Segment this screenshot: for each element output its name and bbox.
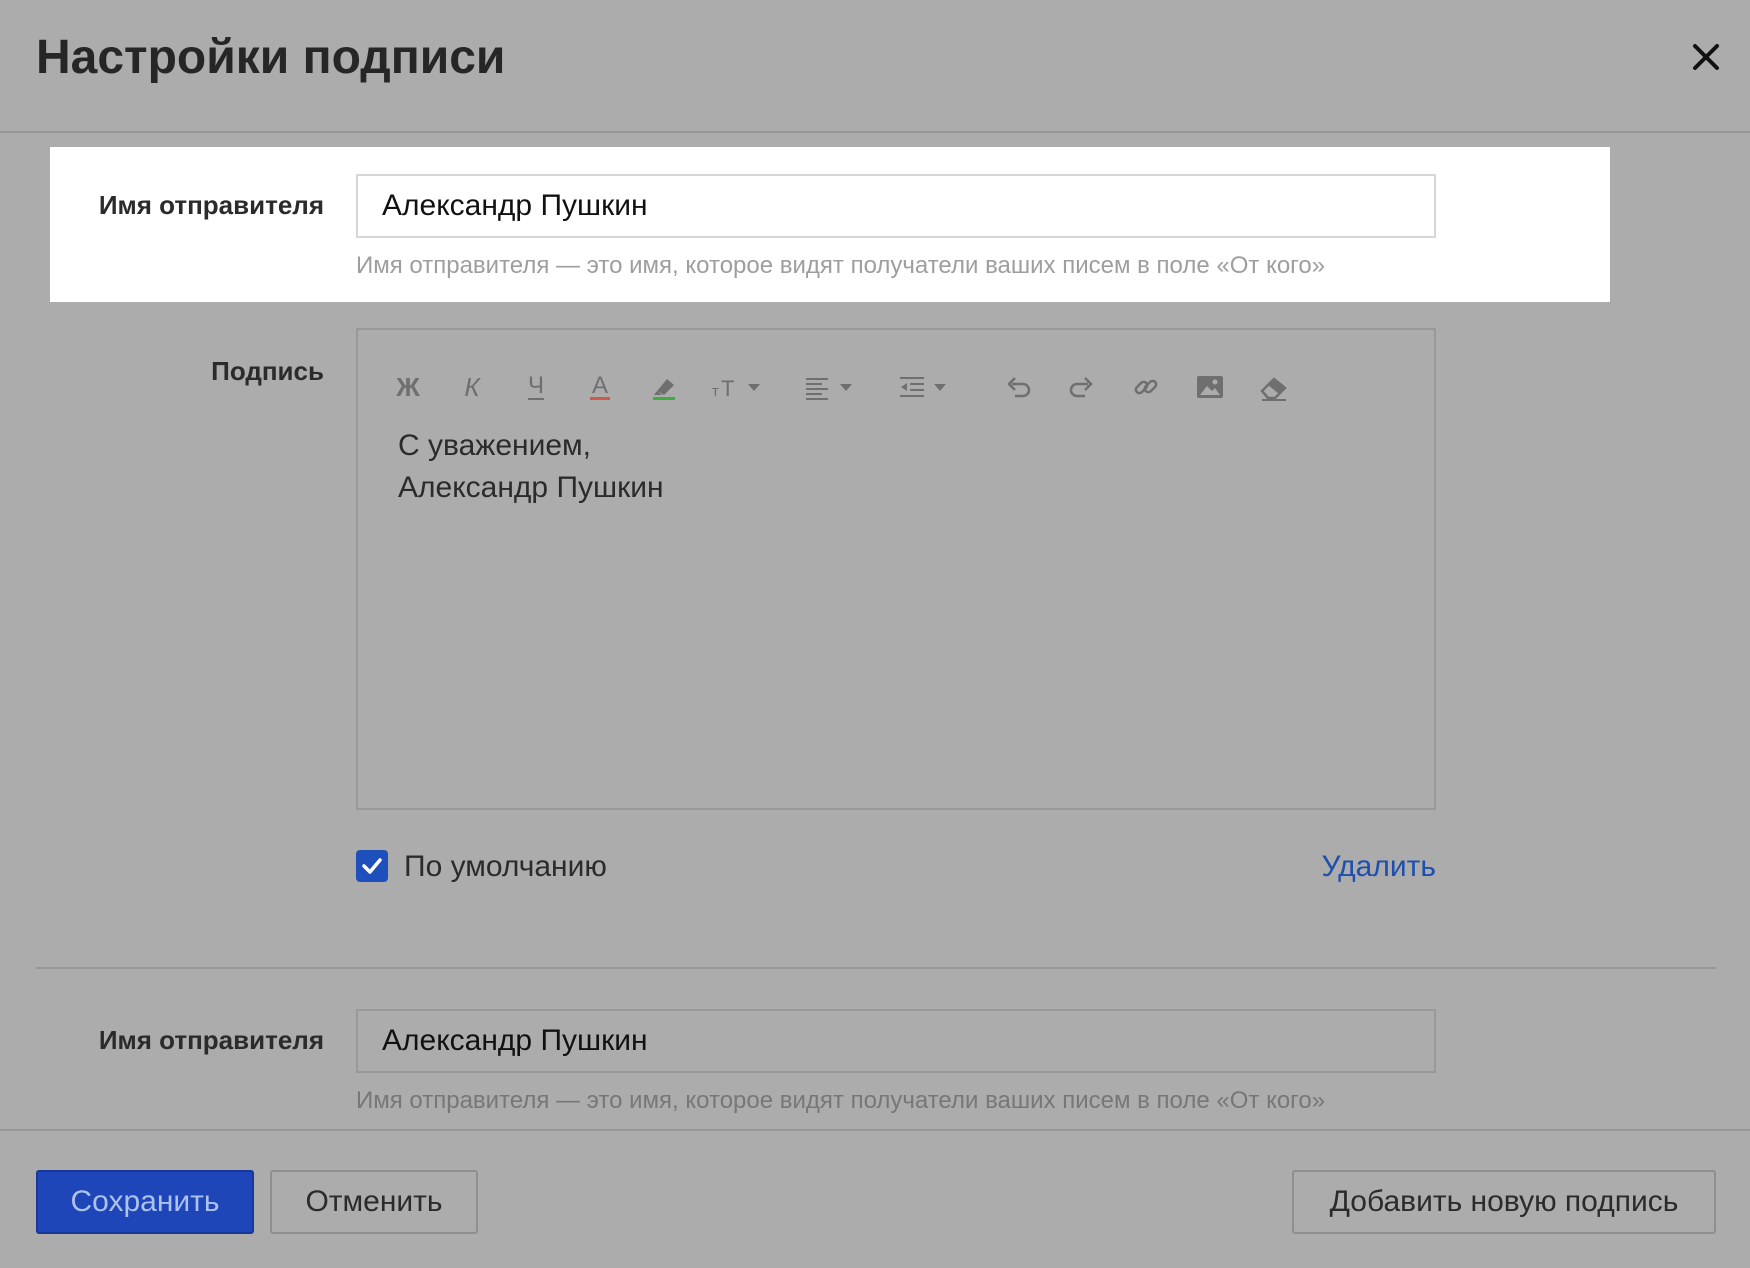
default-checkbox-label[interactable]: По умолчанию xyxy=(404,849,607,885)
indent-button[interactable] xyxy=(896,360,952,414)
sender-name-input[interactable] xyxy=(356,1009,1436,1073)
undo-button[interactable] xyxy=(998,360,1038,414)
redo-icon xyxy=(1069,377,1093,398)
highlight-color-button[interactable] xyxy=(644,360,684,414)
svg-text:Ч: Ч xyxy=(528,372,544,399)
cancel-button[interactable]: Отменить xyxy=(270,1170,478,1234)
underline-icon: Ч xyxy=(528,372,544,400)
align-button[interactable] xyxy=(802,360,858,414)
align-icon xyxy=(806,378,852,400)
dialog-title: Настройки подписи xyxy=(36,31,506,84)
dialog-body[interactable]: Имя отправителя Имя отправителя — это им… xyxy=(0,133,1750,1129)
bold-icon: Ж xyxy=(395,372,420,402)
svg-text:Т: Т xyxy=(721,376,734,401)
delete-signature-link[interactable]: Удалить xyxy=(1321,849,1436,885)
svg-text:A: A xyxy=(592,372,608,399)
text-color-icon: A xyxy=(590,372,610,400)
bold-button[interactable]: Ж xyxy=(388,360,428,414)
indent-icon xyxy=(900,377,946,397)
image-button[interactable] xyxy=(1190,360,1230,414)
sender-name-input[interactable] xyxy=(356,174,1436,238)
italic-icon: К xyxy=(464,372,481,402)
close-button[interactable] xyxy=(1680,36,1730,78)
save-button[interactable]: Сохранить xyxy=(36,1170,254,1234)
checkmark-icon xyxy=(362,858,382,874)
font-size-icon: тТ xyxy=(712,376,760,401)
image-icon xyxy=(1197,376,1223,398)
dialog-header: Настройки подписи xyxy=(0,0,1750,133)
dialog-footer: Сохранить Отменить Добавить новую подпис… xyxy=(0,1129,1750,1268)
sender-name-label: Имя отправителя xyxy=(98,1025,324,1055)
signature-line: С уважением, xyxy=(398,429,592,462)
signature-body[interactable]: С уважением, Александр Пушкин xyxy=(398,425,664,509)
font-size-button[interactable]: тТ xyxy=(708,360,764,414)
underline-button[interactable]: Ч xyxy=(516,360,556,414)
text-color-button[interactable]: A xyxy=(580,360,620,414)
signature-line: Александр Пушкин xyxy=(398,471,664,504)
signature-label: Подпись xyxy=(211,356,324,386)
eraser-icon xyxy=(1260,377,1287,401)
redo-button[interactable] xyxy=(1062,360,1102,414)
close-icon xyxy=(1693,44,1719,70)
svg-text:Ж: Ж xyxy=(395,372,420,402)
sender-name-label: Имя отправителя xyxy=(98,190,324,220)
link-button[interactable] xyxy=(1126,360,1166,414)
eraser-button[interactable] xyxy=(1254,360,1294,414)
signature-editor[interactable]: Ж К Ч A тТ С уважением, Александр Пушкин xyxy=(356,328,1436,810)
svg-text:т: т xyxy=(712,383,719,400)
link-icon xyxy=(1134,379,1158,395)
highlight-color-icon xyxy=(653,379,675,400)
sender-name-hint: Имя отправителя — это имя, которое видят… xyxy=(356,1087,1326,1114)
undo-icon xyxy=(1007,377,1031,398)
sender-name-hint: Имя отправителя — это имя, которое видят… xyxy=(356,252,1326,279)
default-checkbox[interactable] xyxy=(356,850,388,882)
add-signature-button[interactable]: Добавить новую подпись xyxy=(1292,1170,1716,1234)
italic-button[interactable]: К xyxy=(452,360,492,414)
signature-divider xyxy=(36,967,1716,969)
svg-text:К: К xyxy=(464,372,481,402)
